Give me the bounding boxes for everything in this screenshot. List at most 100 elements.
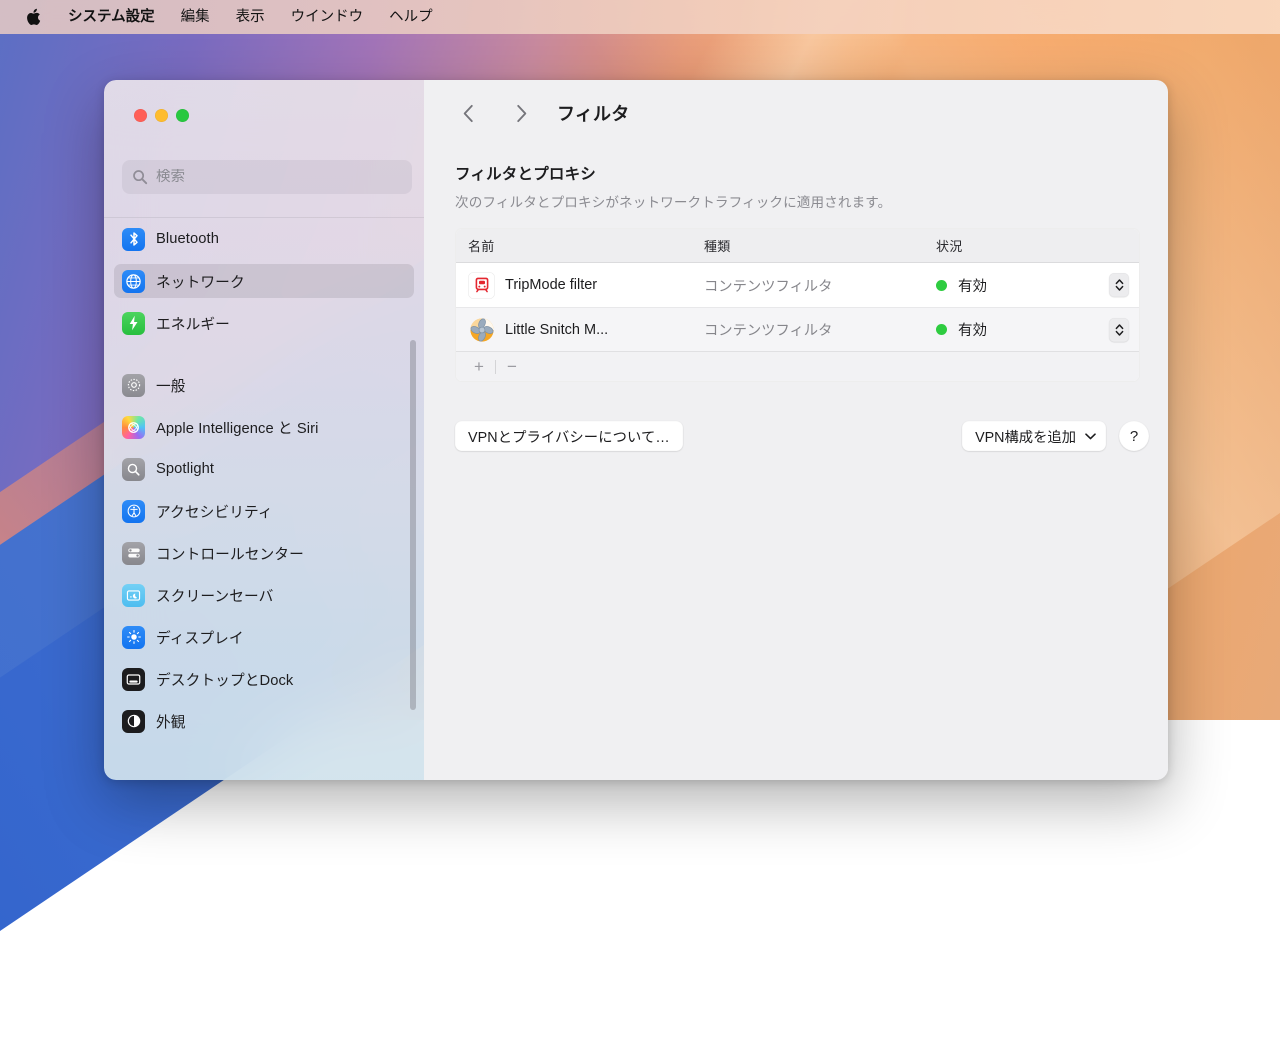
sidebar-item-energy[interactable]: エネルギー bbox=[114, 306, 414, 340]
close-button[interactable] bbox=[134, 109, 147, 122]
little-snitch-app-icon bbox=[468, 316, 495, 343]
row-stepper-button[interactable] bbox=[1109, 273, 1129, 297]
section-title: フィルタとプロキシ bbox=[455, 162, 891, 184]
apple-logo-icon[interactable] bbox=[0, 8, 55, 26]
content-header: フィルタ bbox=[424, 80, 1168, 146]
sidebar-item-general[interactable]: 一般 bbox=[114, 368, 414, 402]
sidebar-item-accessibility[interactable]: アクセシビリティ bbox=[114, 494, 414, 528]
column-header-status: 状況 bbox=[936, 236, 1139, 255]
sidebar-group-separator bbox=[114, 348, 414, 368]
sidebar-item-display[interactable]: ディスプレイ bbox=[114, 620, 414, 654]
sidebar-item-label: スクリーンセーバ bbox=[156, 585, 273, 606]
sidebar-item-label: 一般 bbox=[156, 375, 186, 396]
search-field[interactable] bbox=[122, 160, 412, 194]
add-vpn-label: VPN構成を追加 bbox=[975, 426, 1076, 447]
sidebar-item-label: ネットワーク bbox=[156, 271, 245, 292]
sidebar-item-label: 外観 bbox=[156, 711, 186, 732]
status-badge: 有効 bbox=[958, 319, 987, 340]
magnifier-icon bbox=[122, 458, 145, 481]
desktop-dock-icon bbox=[122, 668, 145, 691]
remove-filter-button[interactable]: − bbox=[499, 354, 525, 380]
filter-kind: コンテンツフィルタ bbox=[704, 319, 936, 340]
sidebar-item-label: エネルギー bbox=[156, 313, 230, 334]
search-icon bbox=[132, 169, 148, 185]
section-subtitle: 次のフィルタとプロキシがネットワークトラフィックに適用されます。 bbox=[455, 191, 891, 211]
back-button[interactable] bbox=[451, 96, 485, 130]
sidebar-item-screensaver[interactable]: スクリーンセーバ bbox=[114, 578, 414, 612]
menu-item-view[interactable]: 表示 bbox=[223, 0, 278, 34]
page-title: フィルタ bbox=[557, 100, 629, 126]
window-controls bbox=[134, 109, 189, 122]
chevron-right-icon bbox=[516, 104, 528, 123]
screensaver-icon bbox=[122, 584, 145, 607]
sidebar-divider bbox=[104, 217, 424, 218]
menu-bar: システム設定 編集 表示 ウインドウ ヘルプ bbox=[0, 0, 1280, 34]
sidebar-item-label: Spotlight bbox=[156, 461, 214, 477]
sidebar-item-label: Apple Intelligence と Siri bbox=[156, 417, 319, 438]
sidebar-item-appearance[interactable]: 外観 bbox=[114, 704, 414, 738]
menu-item-help[interactable]: ヘルプ bbox=[376, 0, 446, 34]
table-header-row: 名前 種類 状況 bbox=[456, 229, 1139, 263]
filters-table: 名前 種類 状況 Tri bbox=[455, 228, 1140, 382]
search-container bbox=[122, 160, 412, 194]
menu-item-system-settings[interactable]: システム設定 bbox=[55, 0, 168, 34]
table-footer: + − bbox=[456, 351, 1139, 381]
add-vpn-configuration-button[interactable]: VPN構成を追加 bbox=[962, 421, 1106, 451]
filter-name: Little Snitch M... bbox=[505, 322, 608, 338]
row-stepper-button[interactable] bbox=[1109, 318, 1129, 342]
sidebar-item-control-center[interactable]: コントロールセンター bbox=[114, 536, 414, 570]
sidebar-item-label: コントロールセンター bbox=[156, 543, 304, 564]
cell-name: TripMode filter bbox=[468, 272, 704, 299]
sidebar-item-label: ディスプレイ bbox=[156, 627, 244, 648]
appearance-icon bbox=[122, 710, 145, 733]
sidebar-item-network[interactable]: ネットワーク bbox=[114, 264, 414, 298]
column-header-kind: 種類 bbox=[704, 236, 936, 255]
control-center-icon bbox=[122, 542, 145, 565]
content-pane: フィルタ フィルタとプロキシ 次のフィルタとプロキシがネットワークトラフィックに… bbox=[424, 80, 1168, 780]
sidebar-item-label: アクセシビリティ bbox=[156, 501, 273, 522]
sidebar-item-bluetooth[interactable]: Bluetooth bbox=[114, 222, 414, 256]
maximize-button[interactable] bbox=[176, 109, 189, 122]
sidebar-item-apple-intelligence-siri[interactable]: Apple Intelligence と Siri bbox=[114, 410, 414, 444]
filter-kind: コンテンツフィルタ bbox=[704, 275, 936, 296]
accessibility-icon bbox=[122, 500, 145, 523]
table-row[interactable]: TripMode filter コンテンツフィルタ 有効 bbox=[456, 263, 1139, 307]
gear-icon bbox=[122, 374, 145, 397]
vpn-privacy-button[interactable]: VPNとプライバシーについて… bbox=[455, 421, 683, 451]
bolt-icon bbox=[122, 312, 145, 335]
sidebar-nav-list: Bluetooth ネットワーク エネル bbox=[104, 222, 424, 780]
status-indicator-dot bbox=[936, 280, 947, 291]
sidebar-item-label: デスクトップとDock bbox=[156, 669, 293, 690]
sidebar-item-spotlight[interactable]: Spotlight bbox=[114, 452, 414, 486]
system-settings-window: Bluetooth ネットワーク エネル bbox=[104, 80, 1168, 780]
section-header: フィルタとプロキシ 次のフィルタとプロキシがネットワークトラフィックに適用されま… bbox=[455, 162, 891, 211]
minimize-button[interactable] bbox=[155, 109, 168, 122]
add-filter-button[interactable]: + bbox=[466, 354, 492, 380]
status-indicator-dot bbox=[936, 324, 947, 335]
table-row[interactable]: Little Snitch M... コンテンツフィルタ 有効 bbox=[456, 307, 1139, 351]
forward-button[interactable] bbox=[505, 96, 539, 130]
search-input[interactable] bbox=[156, 169, 402, 185]
updown-chevron-icon bbox=[1115, 278, 1124, 292]
bluetooth-icon bbox=[122, 228, 145, 251]
tripmode-app-icon bbox=[468, 272, 495, 299]
cell-name: Little Snitch M... bbox=[468, 316, 704, 343]
sidebar-item-label: Bluetooth bbox=[156, 231, 219, 247]
sidebar-item-desktop-and-dock[interactable]: デスクトップとDock bbox=[114, 662, 414, 696]
sidebar-scrollbar[interactable] bbox=[410, 340, 416, 710]
siri-icon bbox=[122, 416, 145, 439]
brightness-icon bbox=[122, 626, 145, 649]
bottom-button-row: VPNとプライバシーについて… VPN構成を追加 ? bbox=[455, 421, 1149, 451]
menu-item-edit[interactable]: 編集 bbox=[168, 0, 223, 34]
updown-chevron-icon bbox=[1115, 323, 1124, 337]
help-button[interactable]: ? bbox=[1119, 421, 1149, 451]
menu-item-window[interactable]: ウインドウ bbox=[278, 0, 377, 34]
footer-divider bbox=[495, 360, 496, 374]
status-badge: 有効 bbox=[958, 275, 987, 296]
sidebar: Bluetooth ネットワーク エネル bbox=[104, 80, 424, 780]
column-header-name: 名前 bbox=[468, 236, 704, 255]
chevron-left-icon bbox=[462, 104, 474, 123]
filter-name: TripMode filter bbox=[505, 277, 597, 293]
globe-icon bbox=[122, 270, 145, 293]
chevron-down-icon bbox=[1085, 433, 1096, 440]
